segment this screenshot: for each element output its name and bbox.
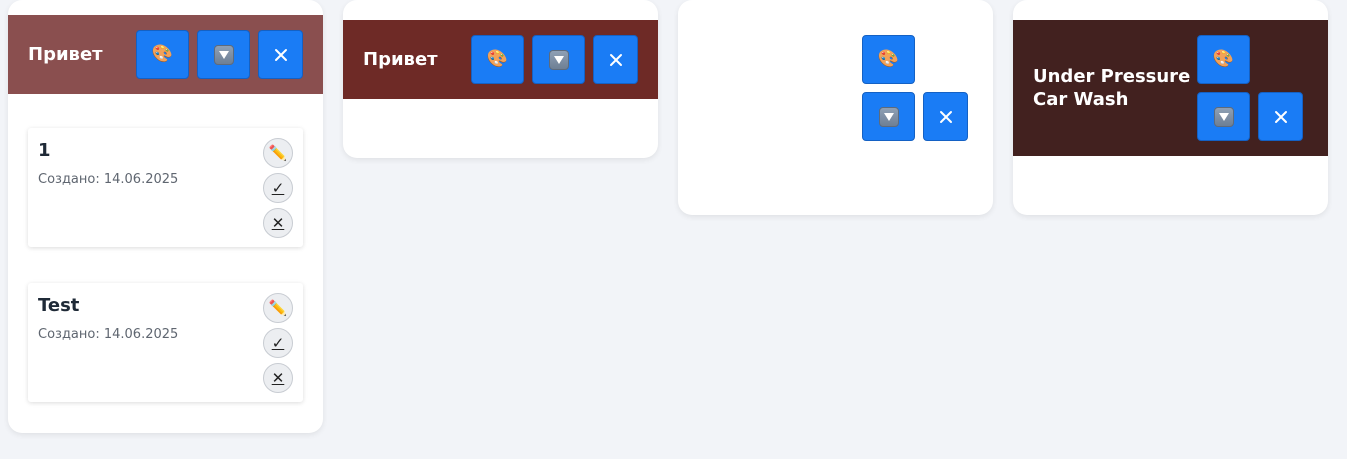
check-icon: ✓ — [271, 334, 285, 352]
chevron-down-icon — [1213, 106, 1234, 127]
board-1: Привет 🎨 1 Создано: 14.06.2025 ✏️ ✓ ✕ Te… — [8, 0, 323, 433]
collapse-button[interactable] — [1197, 92, 1250, 141]
complete-task-button[interactable]: ✓ — [263, 328, 293, 358]
palette-icon: 🎨 — [877, 49, 900, 69]
board-3: 🎨 — [678, 0, 993, 215]
close-icon — [1274, 110, 1288, 124]
task-card[interactable]: Test Создано: 14.06.2025 ✏️ ✓ ✕ — [28, 283, 303, 402]
chevron-down-icon — [213, 44, 234, 65]
board-2: Привет 🎨 — [343, 0, 658, 158]
delete-task-button[interactable]: ✕ — [263, 363, 293, 393]
task-created-date: Создано: 14.06.2025 — [38, 172, 179, 187]
edit-task-button[interactable]: ✏️ — [263, 138, 293, 168]
edit-task-button[interactable]: ✏️ — [263, 293, 293, 323]
palette-icon: 🎨 — [151, 44, 174, 64]
delete-task-button[interactable]: ✕ — [263, 208, 293, 238]
check-icon: ✓ — [271, 179, 285, 197]
palette-icon: 🎨 — [486, 49, 509, 69]
color-palette-button[interactable]: 🎨 — [471, 35, 524, 84]
delete-board-button[interactable] — [258, 30, 303, 79]
color-palette-button[interactable]: 🎨 — [136, 30, 189, 79]
pencil-icon: ✏️ — [268, 299, 288, 317]
chevron-down-icon — [548, 49, 569, 70]
color-palette-button[interactable]: 🎨 — [1197, 35, 1250, 84]
board-title: Привет — [363, 49, 438, 70]
task-title: 1 — [38, 140, 51, 161]
chevron-down-icon — [878, 106, 899, 127]
close-icon — [609, 53, 623, 67]
board-header: Привет 🎨 — [8, 15, 323, 94]
task-title: Test — [38, 295, 80, 316]
collapse-button[interactable] — [532, 35, 585, 84]
collapse-button[interactable] — [862, 92, 915, 141]
board-title: Under Pressure Car Wash — [1033, 66, 1191, 110]
delete-board-button[interactable] — [593, 35, 638, 84]
color-palette-button[interactable]: 🎨 — [862, 35, 915, 84]
complete-task-button[interactable]: ✓ — [263, 173, 293, 203]
delete-icon: ✕ — [271, 214, 285, 232]
board-4: Under Pressure Car Wash 🎨 — [1013, 0, 1328, 215]
close-icon — [274, 48, 288, 62]
collapse-button[interactable] — [197, 30, 250, 79]
task-card[interactable]: 1 Создано: 14.06.2025 ✏️ ✓ ✕ — [28, 128, 303, 247]
close-icon — [939, 110, 953, 124]
board-title: Привет — [28, 44, 103, 65]
delete-board-button[interactable] — [1258, 92, 1303, 141]
board-header: Under Pressure Car Wash 🎨 — [1013, 20, 1328, 156]
delete-board-button[interactable] — [923, 92, 968, 141]
task-created-date: Создано: 14.06.2025 — [38, 327, 179, 342]
palette-icon: 🎨 — [1212, 49, 1235, 69]
board-header: Привет 🎨 — [343, 20, 658, 99]
pencil-icon: ✏️ — [268, 144, 288, 162]
delete-icon: ✕ — [271, 369, 285, 387]
